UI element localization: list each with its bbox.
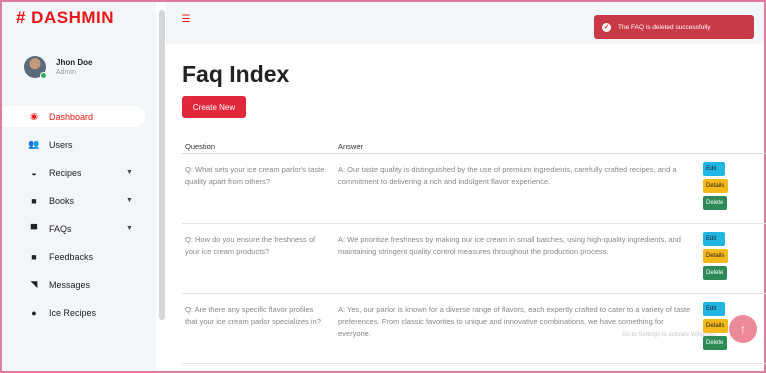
ice-icon: ●: [31, 307, 37, 318]
row-actions: Edit Details Delete: [703, 232, 729, 283]
sidebar-item-recipes[interactable]: ◒ Recipes ▼: [2, 162, 156, 183]
app-logo[interactable]: # DASHMIN: [16, 8, 114, 28]
menu-icon[interactable]: ☰: [179, 12, 193, 26]
chevron-down-icon[interactable]: ▼: [126, 169, 133, 176]
details-button[interactable]: Details: [703, 179, 728, 193]
sidebar-item-label: Recipes: [49, 167, 82, 178]
book-icon: ■: [31, 195, 37, 206]
sidebar-item-label: Feedbacks: [49, 251, 94, 262]
success-toast[interactable]: ✓ The FAQ is deleted successfully: [594, 15, 754, 39]
table-header: Question Answer: [182, 138, 766, 154]
toast-text: The FAQ is deleted successfully: [618, 23, 711, 31]
sidebar-item-dashboard[interactable]: ◉ Dashboard: [2, 106, 145, 127]
sidebar-item-books[interactable]: ■ Books ▼: [2, 190, 156, 211]
profile-name: Jhon Doe: [56, 58, 93, 67]
delete-button[interactable]: Delete: [703, 266, 727, 280]
create-new-button[interactable]: Create New: [182, 96, 246, 118]
sidebar-item-label: Ice Recipes: [49, 307, 97, 318]
edit-button[interactable]: Edit: [703, 302, 725, 316]
activation-watermark: Go to Settings to activate Windows.: [622, 332, 717, 338]
sidebar-item-label: Books: [49, 195, 75, 206]
sidebar: # DASHMIN Jhon Doe Admin ◉ Dashboard 👥 User…: [2, 2, 156, 371]
delete-button[interactable]: Delete: [703, 196, 727, 210]
users-icon: 👥: [28, 139, 40, 149]
table-row: Q: Are there any specific flavor profile…: [182, 294, 766, 364]
sidebar-scrollbar[interactable]: [159, 10, 165, 320]
user-profile[interactable]: Jhon Doe Admin: [24, 56, 149, 86]
sidebar-item-messages[interactable]: ◥ Messages: [2, 274, 156, 295]
topbar: ☰ ✓ The FAQ is deleted successfully: [166, 2, 764, 44]
chevron-down-icon[interactable]: ▼: [126, 197, 133, 204]
sidebar-item-feedbacks[interactable]: ■ Feedbacks: [2, 246, 156, 267]
message-icon: ◥: [30, 279, 38, 289]
profile-role: Admin: [56, 69, 76, 76]
chat-icon: ▀: [30, 223, 38, 234]
sidebar-item-label: Dashboard: [49, 111, 94, 122]
sidebar-nav: ◉ Dashboard 👥 Users ◒ Recipes ▼ ■ Books ▼ ▀ FAQs ▼ ■ F…: [2, 106, 156, 330]
chevron-down-icon[interactable]: ▼: [126, 225, 133, 232]
arrow-up-icon: ↑: [740, 322, 746, 336]
edit-button[interactable]: Edit: [703, 162, 725, 176]
details-button[interactable]: Details: [703, 249, 728, 263]
page-title: Faq Index: [182, 61, 290, 87]
question-cell: Q: What sets your ice cream parlor's tas…: [185, 165, 325, 186]
gauge-icon: ◉: [30, 111, 38, 121]
answer-cell: A: We prioritize freshness by making our…: [338, 235, 681, 256]
question-cell: Q: How do you ensure the freshness of yo…: [185, 235, 316, 256]
row-actions: Edit Details Delete: [703, 302, 729, 353]
online-status-dot: [40, 72, 47, 79]
table-row: Q: What sets your ice cream parlor's tas…: [182, 154, 766, 224]
sidebar-item-users[interactable]: 👥 Users: [2, 134, 156, 155]
question-cell: Q: Are there any specific flavor profile…: [185, 305, 321, 326]
shield-check-icon: ✓: [602, 22, 611, 32]
answer-cell: A: Our taste quality is distinguished by…: [338, 165, 677, 186]
sidebar-item-label: Users: [49, 139, 73, 150]
bowl-icon: ◒: [31, 167, 37, 178]
scroll-to-top-button[interactable]: ↑: [729, 315, 757, 343]
column-header-question: Question: [185, 142, 216, 151]
row-actions: Edit Details Delete: [703, 162, 729, 213]
feedback-icon: ■: [31, 251, 37, 262]
table-row: Q: How do you ensure the freshness of yo…: [182, 224, 766, 294]
sidebar-item-ice-recipes[interactable]: ● Ice Recipes: [2, 302, 156, 323]
sidebar-item-faqs[interactable]: ▀ FAQs ▼: [2, 218, 156, 239]
sidebar-item-label: Messages: [49, 279, 91, 290]
column-header-answer: Answer: [338, 142, 364, 151]
sidebar-item-label: FAQs: [49, 223, 72, 234]
edit-button[interactable]: Edit: [703, 232, 725, 246]
